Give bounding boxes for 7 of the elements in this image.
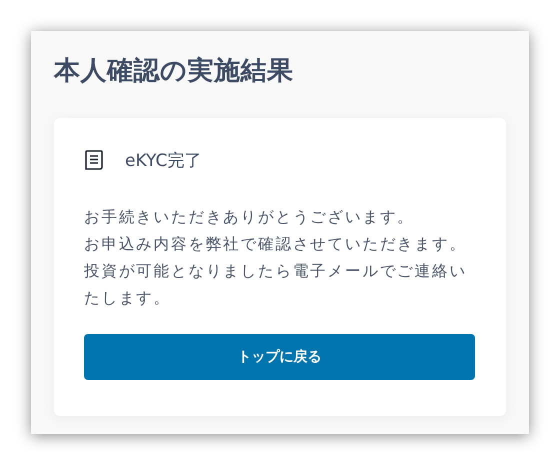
page-title: 本人確認の実施結果	[54, 55, 294, 88]
message-text: お申込み内容を弊社で確認させていただきます。	[84, 234, 468, 255]
message-text: お手続きいただきありがとうございます。	[84, 207, 416, 228]
message-text: 投資が可能となりましたら電子メールでご連絡いたします。	[84, 261, 468, 309]
card-heading: eKYC完了	[125, 150, 202, 172]
document-icon	[85, 150, 103, 170]
back-to-top-button[interactable]: トップに戻る	[84, 334, 475, 380]
